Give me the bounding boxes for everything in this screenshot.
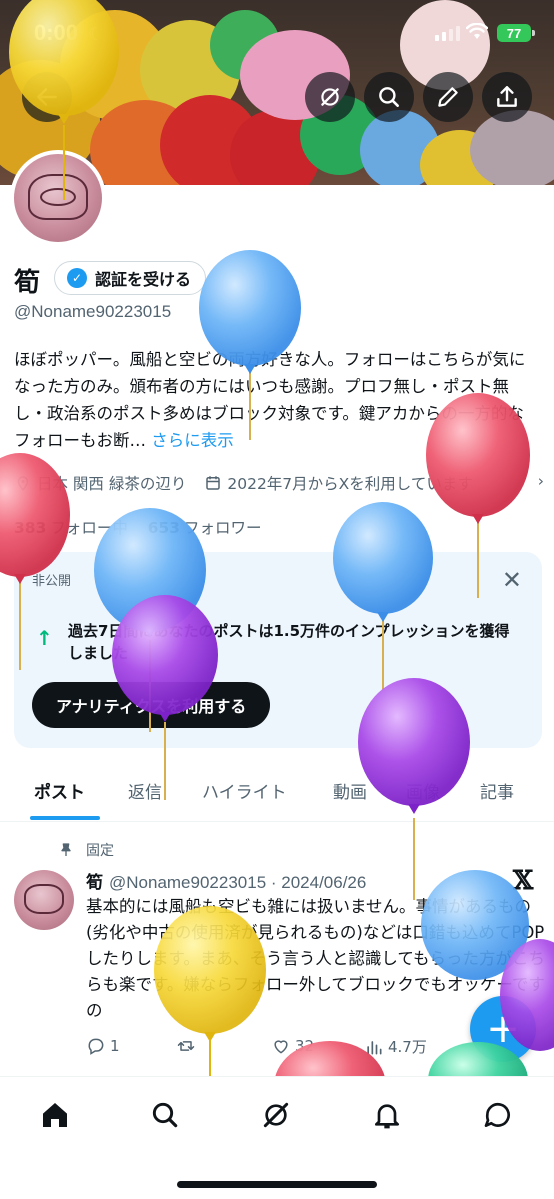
- post-header: 筍 @Noname90223015 · 2024/06/26: [86, 868, 366, 893]
- reply-button[interactable]: 1: [86, 1036, 120, 1056]
- home-icon: [43, 1103, 67, 1127]
- home-indicator: [177, 1181, 377, 1188]
- like-button[interactable]: 32: [271, 1036, 314, 1056]
- bottom-navigation: [0, 1076, 554, 1199]
- profile-bio: ほぼポッパー。風船と空ビの両方好きな人。フォローはこちらが気になった方のみ。頒布…: [14, 346, 540, 454]
- compose-post-button[interactable]: +: [470, 996, 536, 1062]
- followers-link[interactable]: 653 フォロワー: [148, 519, 262, 537]
- joined-text: 2022年7月からXを利用しています: [227, 475, 473, 493]
- back-arrow-icon: [37, 88, 57, 106]
- post-avatar[interactable]: [14, 870, 74, 930]
- nav-notifications[interactable]: [367, 1095, 407, 1135]
- back-button[interactable]: [22, 72, 72, 122]
- location-item: 日本 関西 緑茶の辺り: [14, 472, 186, 494]
- moon-icon: ☾: [88, 24, 105, 45]
- bell-icon: [375, 1104, 399, 1129]
- battery-cap: [532, 30, 535, 36]
- following-label: フォロー中: [50, 519, 128, 537]
- repost-icon: [177, 1041, 195, 1051]
- tab-articles[interactable]: 記事: [480, 778, 514, 803]
- views-chart-icon: [367, 1040, 382, 1054]
- get-verified-button[interactable]: ✓ 認証を受ける: [54, 261, 207, 295]
- nav-search[interactable]: [145, 1095, 185, 1135]
- views-button[interactable]: 4.7万: [364, 1036, 427, 1057]
- get-verified-label: 認証を受ける: [95, 270, 192, 289]
- profile-avatar[interactable]: [10, 150, 106, 246]
- analytics-card: 非公開 ✕ ↑ 過去7日間にあなたのポストは1.5万件のインプレッションを獲得し…: [14, 552, 542, 748]
- follow-stats: 383 フォロー中 653 フォロワー: [14, 516, 261, 538]
- share-icon: [497, 86, 517, 107]
- nav-grok[interactable]: [256, 1095, 296, 1135]
- search-icon: [152, 1102, 178, 1128]
- grok-icon: [263, 1102, 289, 1128]
- location-text: 日本 関西 緑茶の辺り: [37, 475, 187, 493]
- tab-posts[interactable]: ポスト: [34, 778, 85, 803]
- pinned-label: 固定: [86, 843, 114, 859]
- status-time: 0:00: [34, 20, 79, 45]
- tab-videos[interactable]: 動画: [333, 778, 367, 803]
- x-logo-icon: 𝕏: [513, 866, 534, 896]
- profile-meta: 日本 関西 緑茶の辺り 2022年7月からXを利用しています ›: [14, 472, 544, 494]
- status-bar: 0:00 ☾ 77: [0, 0, 554, 64]
- verified-badge-icon: ✓: [67, 268, 87, 288]
- edit-pencil-icon: [438, 87, 458, 107]
- pinned-indicator: 固定: [58, 840, 114, 860]
- profile-tabs: ポスト 返信 ハイライト 動画 画像 記事: [0, 766, 554, 822]
- following-link[interactable]: 383 フォロー中: [14, 519, 128, 537]
- share-button[interactable]: [482, 72, 532, 122]
- arrow-up-icon: ↑: [36, 626, 53, 650]
- search-icon: [379, 87, 399, 107]
- chat-bubble-icon: [484, 1102, 510, 1127]
- post-handle-date: @Noname90223015 · 2024/06/26: [109, 873, 367, 892]
- plus-icon: +: [486, 1006, 520, 1052]
- like-count: 32: [295, 1037, 315, 1055]
- post-text[interactable]: 基本的には風船も空ビも雑には扱いません。事情があるもの(劣化や中古の使用済が見ら…: [86, 894, 546, 1024]
- signal-icon: [435, 26, 460, 41]
- pin-icon: [61, 843, 71, 856]
- nav-messages[interactable]: [478, 1095, 518, 1135]
- wifi-icon: [465, 22, 489, 46]
- repost-button[interactable]: [176, 1036, 196, 1056]
- profile-name: 筍: [14, 268, 41, 298]
- followers-label: フォロワー: [183, 519, 262, 537]
- following-count: 383: [14, 519, 47, 537]
- joined-item: 2022年7月からXを利用しています: [204, 472, 473, 494]
- search-button[interactable]: [364, 72, 414, 122]
- active-tab-indicator: [30, 816, 100, 820]
- grok-button[interactable]: [305, 72, 355, 122]
- bio-text: ほぼポッパー。風船と空ビの両方好きな人。フォローはこちらが気になった方のみ。頒布…: [14, 350, 526, 450]
- battery-indicator: 77: [497, 24, 531, 42]
- location-pin-icon: [17, 476, 29, 491]
- reply-count: 1: [110, 1037, 120, 1055]
- views-count: 4.7万: [388, 1038, 427, 1056]
- avatar-drawing-detail: [40, 188, 76, 206]
- private-tag: 非公開: [32, 574, 72, 589]
- grok-icon: [321, 88, 339, 106]
- avatar-drawing: [24, 884, 64, 914]
- close-icon[interactable]: ✕: [502, 566, 522, 594]
- analytics-button[interactable]: アナリティクスを利用する: [32, 682, 271, 728]
- edit-button[interactable]: [423, 72, 473, 122]
- bio-show-more-link[interactable]: さらに表示: [151, 431, 234, 450]
- impressions-text: 過去7日間にあなたのポストは1.5万件のインプレッションを獲得しました: [68, 622, 510, 662]
- nav-home[interactable]: [35, 1095, 75, 1135]
- heart-icon: [274, 1040, 288, 1054]
- tab-highlights[interactable]: ハイライト: [202, 778, 287, 803]
- reply-icon: [88, 1038, 104, 1055]
- tab-replies[interactable]: 返信: [128, 778, 162, 803]
- profile-handle: @Noname90223015: [14, 302, 172, 321]
- chevron-right-icon[interactable]: ›: [533, 472, 544, 490]
- calendar-icon: [206, 476, 221, 490]
- post-author[interactable]: 筍: [86, 873, 103, 893]
- tab-images[interactable]: 画像: [406, 778, 440, 803]
- followers-count: 653: [147, 519, 180, 537]
